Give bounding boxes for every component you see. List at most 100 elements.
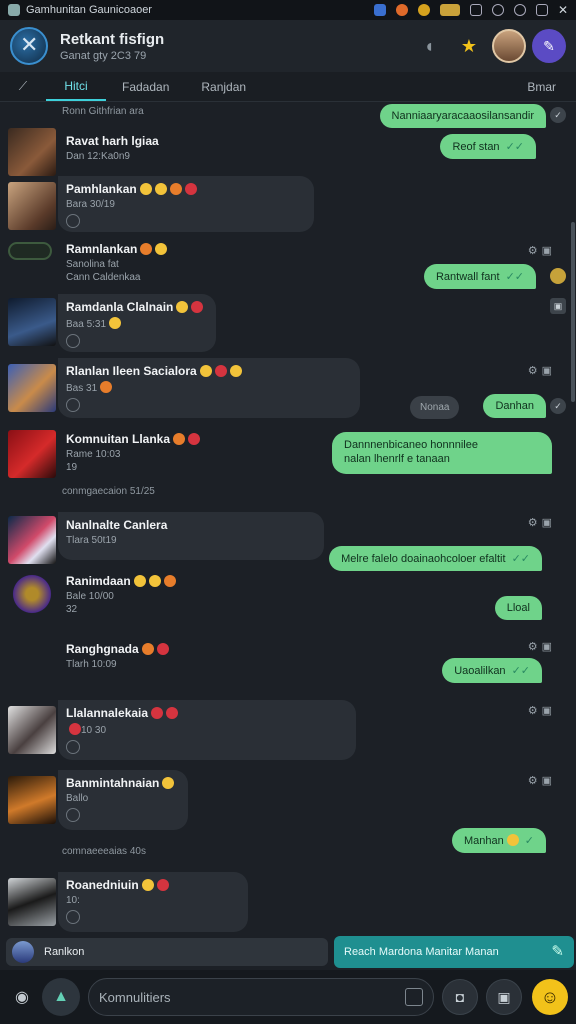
reply-icon[interactable] — [66, 334, 80, 348]
pinned-contact[interactable]: Ranlkon — [6, 938, 328, 966]
emoji-icon — [109, 317, 122, 329]
attach-file-icon[interactable] — [405, 988, 423, 1006]
incoming-message[interactable]: Nanlnalte Canlera Tlara 50t19 — [58, 512, 324, 560]
outgoing-bubble[interactable]: Reof stan ✓✓ — [440, 134, 536, 159]
outgoing-bubble[interactable]: Lloal — [494, 596, 542, 620]
contact-avatar[interactable] — [8, 776, 56, 824]
tab-fadadan[interactable]: Fadadan — [106, 72, 185, 101]
emoji-icon — [141, 879, 154, 891]
double-check-icon: ✓✓ — [511, 553, 530, 565]
pending-bubble[interactable]: Nonaa — [410, 396, 460, 419]
emoji-button[interactable]: ☺ — [532, 979, 568, 1015]
bubble-text: Lloal — [506, 602, 530, 614]
incoming-message[interactable]: Ravat harh lgiaa Dan 12:Ka0n9 — [58, 128, 167, 168]
window-title: Gamhunitan Gaunicoaoer — [26, 4, 152, 16]
emoji-icon — [199, 365, 212, 377]
contact-avatar[interactable] — [8, 128, 56, 176]
reply-icon[interactable] — [66, 740, 80, 754]
contact-avatar[interactable] — [8, 516, 56, 564]
incoming-message[interactable]: Roanedniuin 10: — [58, 872, 248, 932]
sender-name: Roanedniuin — [66, 878, 139, 892]
emoji-icon — [155, 243, 168, 255]
bubble-text: Rantwall fant — [435, 271, 500, 283]
reply-icon[interactable] — [66, 808, 80, 822]
emoji-icon — [166, 707, 179, 719]
attachment-icon[interactable]: ▣ — [550, 298, 566, 314]
contact-avatar[interactable] — [8, 182, 56, 230]
reply-icon[interactable] — [66, 398, 80, 412]
gallery-icon[interactable]: ▣ — [486, 979, 522, 1015]
incoming-message[interactable]: Ranghgnada Tlarh 10:09 — [58, 636, 177, 676]
message-list[interactable]: Ronn Githfrian ara Nanniaaryaracaaosilan… — [0, 102, 576, 934]
message-time: 10 30 — [81, 725, 107, 736]
message-actions-icon[interactable]: ⚙▣ — [528, 704, 556, 717]
message-actions-icon[interactable]: ⚙▣ — [528, 364, 556, 377]
incoming-message[interactable]: Banmintahnaian Ballo — [58, 770, 188, 830]
community-icon[interactable]: ▲ — [42, 978, 80, 1016]
incoming-message[interactable]: Komnuitan Llanka Rame 10:03 19 — [58, 426, 208, 479]
contact-avatar[interactable] — [10, 572, 54, 616]
pencil-icon[interactable]: ✎ — [551, 942, 564, 960]
scrollbar[interactable] — [571, 222, 575, 402]
reply-preview[interactable]: Reach Mardona Manitar Manan ✎ — [334, 936, 574, 968]
outgoing-bubble[interactable]: Manhan ✓ — [452, 828, 546, 853]
camera-icon[interactable]: ◘ — [442, 979, 478, 1015]
tab-hitci[interactable]: Hitci — [46, 72, 106, 101]
reply-icon[interactable] — [66, 910, 80, 924]
reply-icon[interactable] — [66, 214, 80, 228]
contact-avatar[interactable] — [8, 364, 56, 412]
battery-icon — [439, 4, 460, 16]
message-input[interactable]: Komnulitiers — [88, 978, 434, 1016]
outgoing-bubble[interactable]: Nanniaaryaracaaosilansandir — [379, 104, 546, 128]
incoming-message[interactable]: Ramnlankan Sanolina fat Cann Caldenkaa — [58, 236, 175, 289]
tab-ranjdan[interactable]: Ranjdan — [185, 72, 262, 101]
message-actions-icon[interactable]: ⚙▣ — [528, 244, 556, 257]
message-actions-icon[interactable]: ⚙▣ — [528, 516, 556, 529]
incoming-message[interactable]: Ranimdaan Bale 10/00 32 — [58, 568, 184, 621]
outgoing-bubble[interactable]: Danhan — [483, 394, 546, 418]
contact-avatar[interactable] — [8, 298, 56, 346]
reply-preview-text: Reach Mardona Manitar Manan — [344, 946, 499, 958]
outgoing-bubble[interactable]: Dannnenbicaneo honnnilee nalan lhenrlf e… — [332, 432, 552, 474]
sender-name: Ranimdaan — [66, 574, 131, 588]
double-check-icon: ✓✓ — [505, 141, 524, 153]
sender-name: Nanlnalte Canlera — [66, 518, 168, 532]
message-sub: 32 — [66, 604, 78, 615]
incoming-message[interactable]: Ramdanla Clalnain Baa 5:31 — [58, 294, 216, 352]
message-actions-icon[interactable]: ⚙▣ — [528, 774, 556, 787]
voice-call-icon[interactable]: ◖ — [412, 29, 446, 63]
location-pin-icon[interactable]: ◉ — [8, 983, 36, 1011]
screen-icon — [469, 4, 482, 16]
message-input-placeholder: Komnulitiers — [99, 989, 171, 1005]
settings-icon[interactable] — [513, 4, 526, 16]
tab-activity-icon[interactable]: ⟋ — [0, 72, 46, 101]
favorite-star-icon[interactable]: ★ — [452, 29, 486, 63]
outgoing-bubble[interactable]: Rantwall fant ✓✓ — [423, 264, 536, 289]
contact-avatar[interactable] — [8, 430, 56, 478]
incoming-message[interactable]: Pamhlankan Bara 30/19 — [58, 176, 314, 232]
group-logo-icon[interactable] — [10, 27, 48, 65]
message-time: Baa 5:31 — [66, 319, 107, 330]
close-icon[interactable]: ✕ — [558, 3, 568, 17]
emoji-icon — [151, 707, 164, 719]
emoji-icon — [141, 643, 154, 655]
outgoing-bubble[interactable]: Uaoalilkan ✓✓ — [442, 658, 542, 683]
status-icons: ✕ — [373, 3, 568, 17]
emoji-icon — [156, 879, 169, 891]
search-icon[interactable] — [491, 4, 504, 16]
sender-name: Llalannalekaia — [66, 706, 149, 720]
outgoing-bubble[interactable]: Melre falelo doainaohcoloer efaltit ✓✓ — [329, 546, 542, 571]
contact-avatar[interactable] — [8, 878, 56, 926]
maximize-icon[interactable] — [535, 4, 548, 16]
profile-avatar[interactable] — [492, 29, 526, 63]
chat-title-block[interactable]: Retkant fisfign Ganat gty 2C3 79 — [60, 31, 406, 62]
message-actions-icon[interactable]: ⚙▣ — [528, 640, 556, 653]
bubble-text-line: Dannnenbicaneo honnnilee — [344, 439, 478, 451]
incoming-message[interactable]: Rlanlan Ileen Sacialora Bas 31 — [58, 358, 360, 418]
contact-avatar[interactable] — [8, 706, 56, 754]
tab-bmar[interactable]: Bmar — [511, 72, 576, 101]
edit-icon[interactable]: ✎ — [532, 29, 566, 63]
incoming-message[interactable]: Llalannalekaia 10 30 — [58, 700, 356, 760]
message-time: Tlarh 10:09 — [66, 659, 117, 670]
voice-note-pill[interactable] — [8, 242, 52, 260]
